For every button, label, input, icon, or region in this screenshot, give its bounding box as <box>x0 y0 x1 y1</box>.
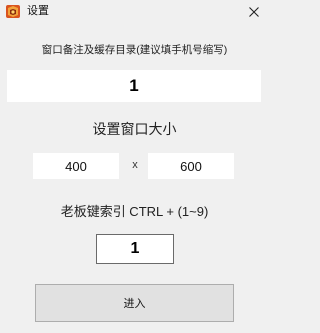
window-size-label: 设置窗口大小 <box>92 121 177 137</box>
app-logo-icon <box>5 3 21 19</box>
enter-button[interactable]: 进入 <box>35 284 234 322</box>
directory-input[interactable] <box>7 70 261 102</box>
close-icon <box>249 7 259 17</box>
hotkey-index-input[interactable] <box>96 234 174 264</box>
close-button[interactable] <box>239 0 269 24</box>
title-bar: 设置 <box>0 0 269 24</box>
size-separator: x <box>132 159 138 171</box>
window-height-input[interactable] <box>148 153 234 179</box>
window-title: 设置 <box>27 5 49 17</box>
hotkey-label: 老板键索引 CTRL + (1~9) <box>60 204 209 219</box>
directory-label: 窗口备注及缓存目录(建议填手机号缩写) <box>41 44 228 56</box>
window-width-input[interactable] <box>33 153 119 179</box>
